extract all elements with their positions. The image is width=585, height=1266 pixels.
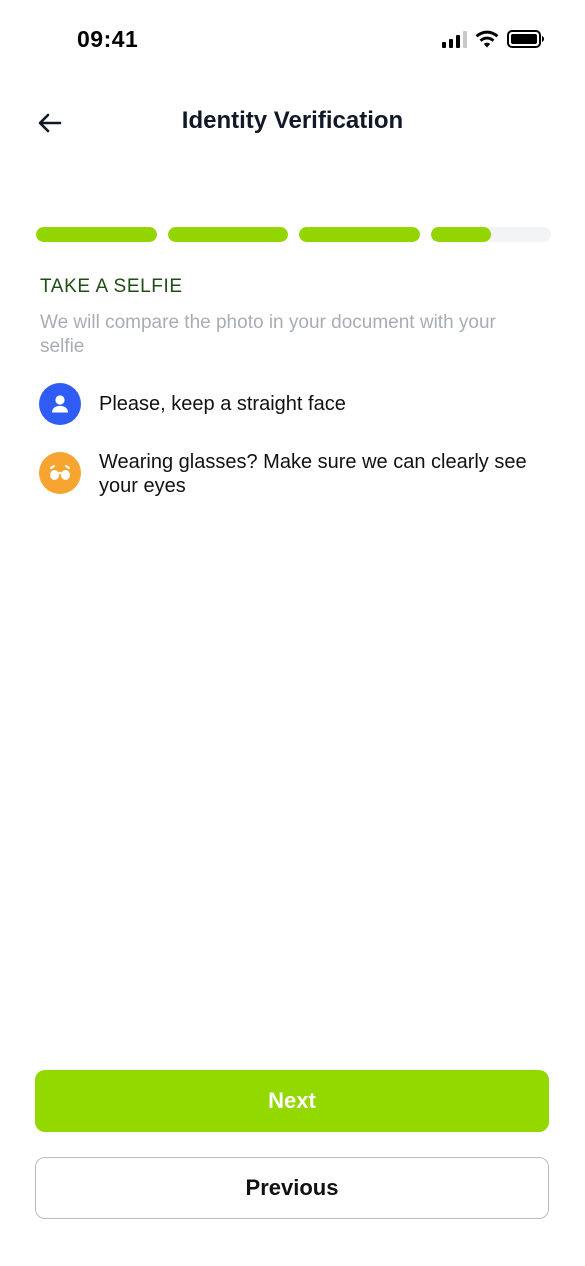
status-icons	[442, 30, 545, 48]
previous-button[interactable]: Previous	[35, 1157, 549, 1219]
step-progress	[36, 227, 551, 242]
next-button[interactable]: Next	[35, 1070, 549, 1132]
wifi-icon	[475, 30, 499, 48]
page-title: Identity Verification	[181, 107, 404, 134]
glasses-icon	[39, 452, 81, 494]
progress-segment-3	[299, 227, 420, 242]
section-title: TAKE A SELFIE	[40, 276, 183, 297]
progress-fill	[167, 227, 288, 242]
user-icon	[39, 383, 81, 425]
tip-item: Please, keep a straight face	[39, 383, 549, 425]
cellular-signal-icon	[442, 30, 467, 48]
progress-fill	[299, 227, 420, 242]
status-time: 09:41	[77, 26, 139, 52]
progress-segment-2	[167, 227, 288, 242]
progress-segment-1	[36, 227, 157, 242]
progress-segment-4	[430, 227, 551, 242]
tip-item: Wearing glasses? Make sure we can clearl…	[39, 441, 549, 498]
progress-fill	[36, 227, 157, 242]
progress-fill	[430, 227, 491, 242]
tip-text: Please, keep a straight face	[99, 393, 346, 415]
section-subtitle: We will compare the photo in your docume…	[40, 312, 496, 357]
header: Identity Verification	[0, 95, 585, 149]
battery-icon	[507, 30, 544, 48]
status-bar: 09:41	[0, 0, 585, 80]
tip-text: Wearing glasses? Make sure we can clearl…	[99, 451, 527, 497]
